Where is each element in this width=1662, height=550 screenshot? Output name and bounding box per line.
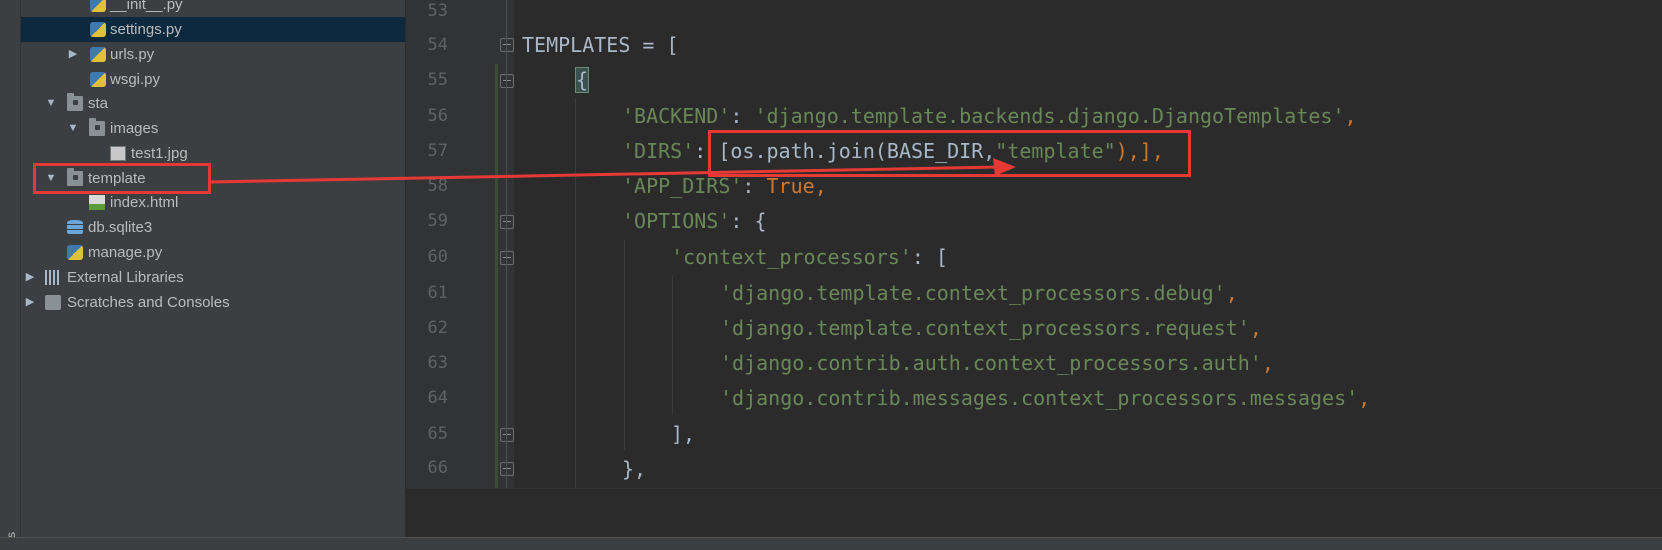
annotation-arrow-line	[210, 165, 1001, 184]
ide-window: tes __init__.py settings.py ▶ urls.py ws…	[0, 0, 1662, 550]
annotation-arrow-head	[993, 158, 1016, 176]
annotation-arrow	[210, 158, 1016, 184]
